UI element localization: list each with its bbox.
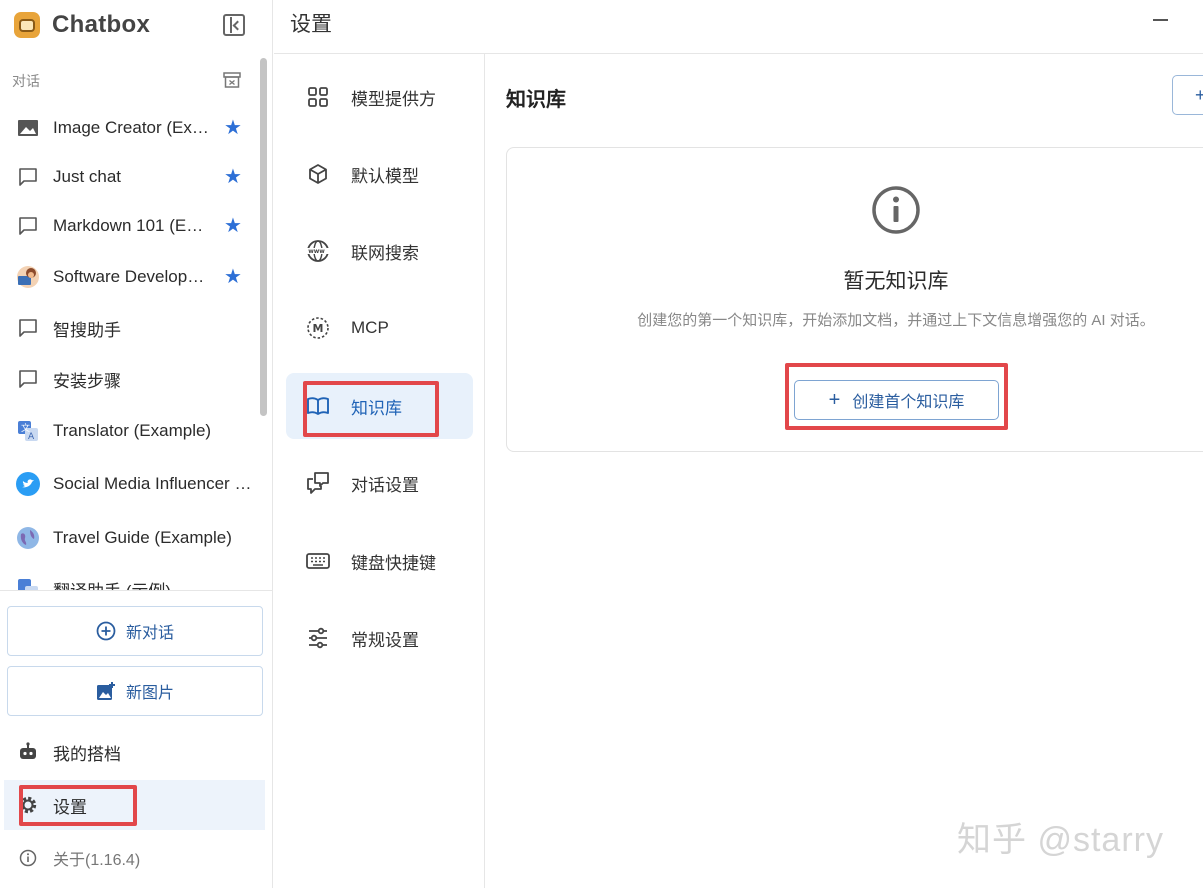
conversation-item[interactable]: Software Developer (Example) ★: [0, 253, 258, 301]
collapse-sidebar-icon[interactable]: [223, 14, 245, 36]
www-globe-icon: www: [306, 239, 330, 263]
translator-avatar: 文A: [16, 419, 40, 443]
chat-bubble-icon: [16, 165, 40, 189]
nav-item-label: 键盘快捷键: [351, 553, 436, 573]
star-icon[interactable]: ★: [224, 167, 242, 187]
gear-icon: [18, 795, 38, 815]
conversation-label: Just chat: [53, 167, 122, 186]
info-icon: [18, 848, 38, 868]
conversation-label: Software Developer (Example): [53, 267, 211, 286]
info-circle-icon: [872, 186, 920, 234]
nav-item-label: 模型提供方: [351, 89, 436, 109]
conversation-item[interactable]: 文A Translator (Example): [0, 407, 258, 455]
conversation-item[interactable]: 安装步骤: [0, 355, 258, 403]
nav-item-default-model[interactable]: 默认模型: [286, 141, 473, 207]
conversation-label: Translator (Example): [53, 421, 212, 440]
conversation-item[interactable]: Just chat ★: [0, 153, 258, 201]
robot-icon: [18, 742, 38, 762]
image-icon: [16, 116, 40, 140]
new-image-label: 新图片: [125, 685, 174, 702]
new-image-button[interactable]: 新图片: [7, 666, 263, 716]
cube-icon: [306, 162, 330, 186]
globe-avatar: [16, 526, 40, 550]
chat-bubble-icon: [16, 214, 40, 238]
nav-item-label: 默认模型: [351, 166, 419, 186]
empty-state-description: 创建您的第一个知识库，开始添加文档，并通过上下文信息增强您的 AI 对话。: [637, 312, 1155, 329]
add-knowledge-base-button[interactable]: +: [1172, 75, 1203, 115]
developer-avatar: [16, 265, 40, 289]
nav-item-label: MCP: [351, 318, 389, 337]
conversation-item[interactable]: Social Media Influencer (Example): [0, 460, 258, 508]
chatbox-logo-icon: [14, 12, 40, 38]
nav-item-keyboard-shortcuts[interactable]: 键盘快捷键: [286, 528, 473, 594]
create-button-label: 创建首个知识库: [852, 394, 965, 411]
about-link[interactable]: 关于(1.16.4): [0, 833, 265, 883]
nav-item-label: 知识库: [351, 398, 402, 418]
create-first-knowledge-base-button[interactable]: + 创建首个知识库: [794, 380, 999, 420]
sidebar-scrollbar[interactable]: [260, 58, 267, 416]
watermark: 知乎 @starry: [957, 821, 1164, 859]
conversation-list[interactable]: Image Creator (Example) ★ Just chat ★ Ma…: [0, 104, 258, 590]
plus-icon: +: [828, 389, 841, 411]
star-icon[interactable]: ★: [224, 216, 242, 236]
twitter-avatar: [16, 472, 40, 496]
add-image-icon: [96, 681, 116, 701]
knowledge-base-title: 知识库: [506, 89, 566, 111]
empty-state-title: 暂无知识库: [843, 270, 949, 293]
conversation-item[interactable]: 翻译助手 (示例): [0, 565, 258, 590]
nav-item-model-providers[interactable]: 模型提供方: [286, 64, 473, 130]
sliders-icon: [306, 626, 330, 650]
archive-icon[interactable]: [223, 72, 241, 88]
nav-item-knowledge-base[interactable]: 知识库: [286, 373, 473, 439]
chat-settings-icon: [306, 471, 330, 495]
settings-title: 设置: [290, 13, 332, 36]
settings-nav: 模型提供方 默认模型 www 联网搜索 M MCP 知识库 对话设置 键盘快捷键: [274, 54, 485, 888]
chat-bubble-icon: [16, 367, 40, 391]
conversation-item[interactable]: Travel Guide (Example): [0, 514, 258, 562]
conversation-label: Travel Guide (Example): [53, 528, 232, 547]
plus-icon: +: [1195, 85, 1203, 105]
mcp-icon: M: [306, 316, 330, 340]
settings-link[interactable]: 设置: [4, 780, 265, 830]
new-chat-label: 新对话: [125, 625, 174, 642]
nav-item-chat-settings[interactable]: 对话设置: [286, 450, 473, 516]
nav-item-mcp[interactable]: M MCP: [286, 295, 473, 361]
my-partners-label: 我的搭档: [53, 744, 121, 764]
sidebar: Chatbox 对话 Image Creator (Example) ★ Jus…: [0, 0, 273, 888]
book-icon: [306, 394, 330, 418]
svg-text:M: M: [313, 322, 324, 335]
conversation-item[interactable]: Markdown 101 (Example) ★: [0, 202, 258, 250]
conversation-item[interactable]: 智搜助手: [0, 304, 258, 352]
nav-item-label: 常规设置: [351, 630, 419, 650]
new-chat-button[interactable]: 新对话: [7, 606, 263, 656]
translator-avatar: [16, 577, 40, 590]
about-label: 关于(1.16.4): [53, 852, 141, 869]
brand: Chatbox: [14, 10, 150, 40]
conversation-item[interactable]: Image Creator (Example) ★: [0, 104, 258, 152]
svg-text:A: A: [28, 432, 35, 442]
conversation-label: 智搜助手: [53, 320, 121, 340]
nav-item-web-search[interactable]: www 联网搜索: [286, 218, 473, 284]
my-partners-link[interactable]: 我的搭档: [0, 727, 265, 777]
star-icon[interactable]: ★: [224, 118, 242, 138]
star-icon[interactable]: ★: [224, 267, 242, 287]
conversations-section-label: 对话: [12, 73, 40, 89]
conversation-label: Markdown 101 (Example): [53, 216, 211, 235]
app-name: Chatbox: [52, 11, 151, 38]
sidebar-divider: [0, 590, 272, 591]
grid-icon: [306, 85, 330, 109]
conversation-label: Social Media Influencer (Example): [53, 474, 253, 493]
keyboard-icon: [306, 549, 330, 573]
chat-bubble-icon: [16, 316, 40, 340]
plus-circle-icon: [96, 621, 116, 641]
conversation-label: Image Creator (Example): [53, 118, 211, 137]
settings-label: 设置: [53, 797, 87, 817]
nav-item-general-settings[interactable]: 常规设置: [286, 605, 473, 671]
svg-text:www: www: [308, 248, 325, 255]
conversation-label: 安装步骤: [53, 371, 121, 391]
nav-item-label: 联网搜索: [351, 243, 419, 263]
conversation-label: 翻译助手 (示例): [53, 577, 253, 591]
nav-item-label: 对话设置: [351, 475, 419, 495]
minimize-icon[interactable]: [1153, 19, 1168, 21]
